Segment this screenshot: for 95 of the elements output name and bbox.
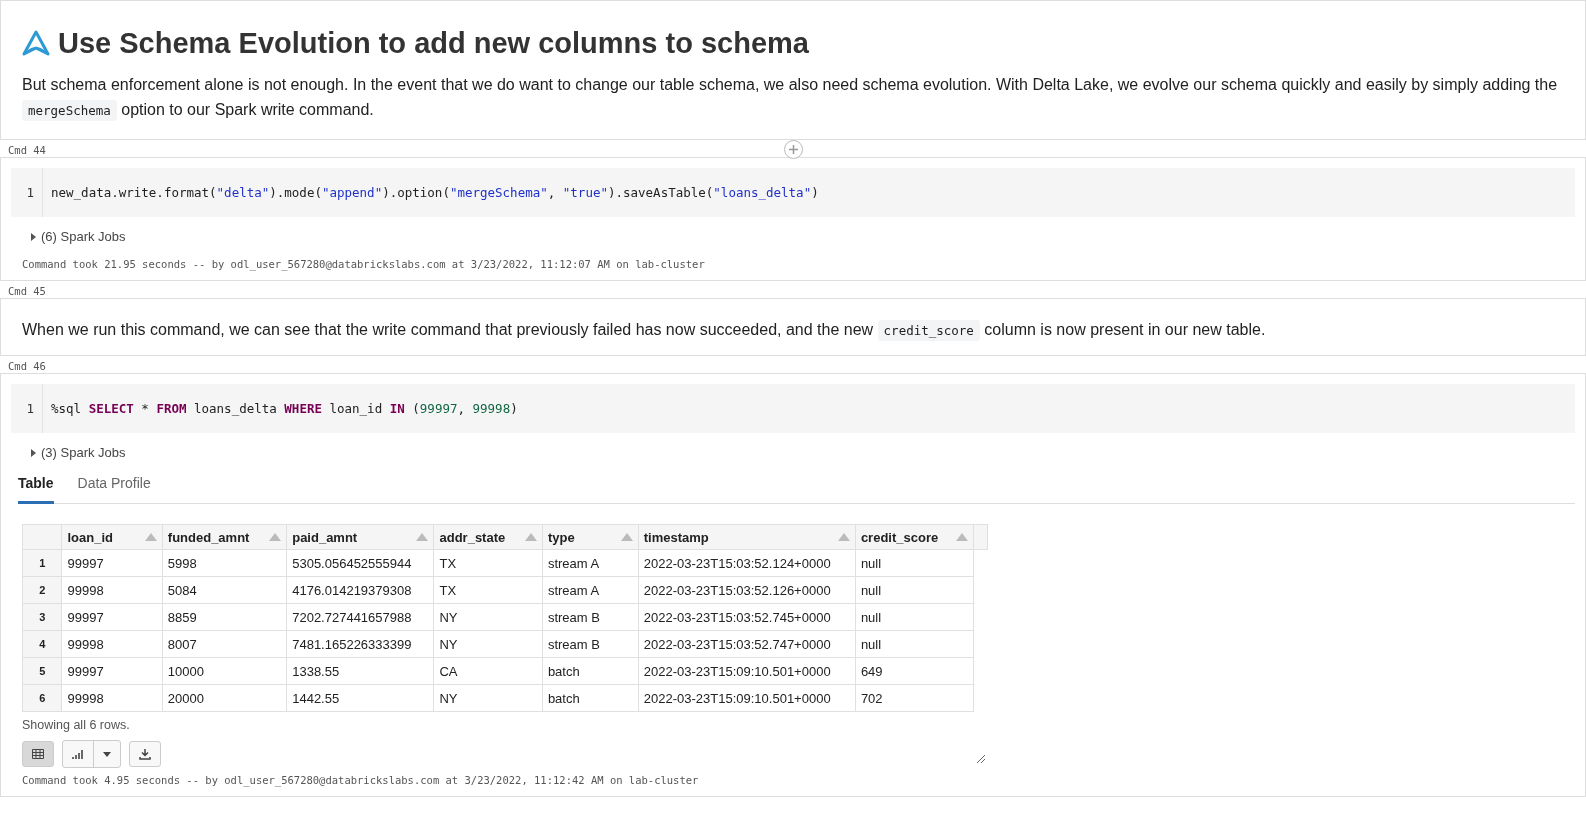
table-cell: 2022-03-23T15:03:52.126+0000 (638, 576, 856, 604)
download-icon (139, 748, 151, 760)
table-cell: TX (434, 576, 543, 604)
table-cell: NY (434, 603, 543, 631)
sort-icon[interactable] (620, 533, 633, 541)
table-cell: 1338.55 (286, 657, 434, 685)
table-cell: 99997 (61, 603, 163, 631)
column-header[interactable]: timestamp (638, 524, 856, 550)
table-cell: 2022-03-23T15:09:10.501+0000 (638, 657, 856, 685)
table-cell: null (855, 630, 974, 658)
caret-icon (31, 448, 36, 457)
result-tab[interactable]: Data Profile (77, 470, 151, 504)
command-label: Cmd 44 (7, 144, 46, 156)
table-cell: 5998 (162, 549, 287, 577)
spark-jobs-toggle[interactable]: (3) Spark Jobs (31, 445, 1575, 460)
row-count: Showing all 6 rows. (22, 718, 131, 732)
table-cell: batch (542, 657, 639, 685)
sort-icon[interactable] (144, 533, 157, 541)
sort-icon[interactable] (955, 533, 968, 541)
table-cell: stream A (542, 549, 639, 577)
table-cell: 99997 (61, 657, 163, 685)
code-editor[interactable]: 1 %sql SELECT * FROM loans_delta WHERE loan_id IN (99997, 99998) (11, 384, 1575, 433)
table-cell: stream B (542, 630, 639, 658)
table-cell: null (855, 603, 974, 631)
spark-jobs-toggle[interactable]: (6) Spark Jobs (31, 229, 1575, 244)
sort-icon[interactable] (837, 533, 850, 541)
row-number: 6 (22, 684, 62, 712)
table-cell: TX (434, 549, 543, 577)
table-cell: 20000 (162, 684, 287, 712)
code-line: %sql SELECT * FROM loans_delta WHERE loan_id IN (99997, 99998) (50, 401, 518, 416)
table-cell: 8007 (162, 630, 287, 658)
table-cell: 99998 (61, 684, 163, 712)
cell-heading: Use Schema Evolution to add new columns to schema (11, 13, 1575, 72)
dropdown-caret-icon (103, 751, 111, 757)
row-number: 5 (22, 657, 62, 685)
command-label: Cmd 46 (7, 360, 46, 372)
download-button[interactable] (129, 741, 161, 767)
table-cell: 7202.727441657988 (286, 603, 434, 631)
caret-icon (31, 232, 36, 241)
table-cell: 8859 (162, 603, 287, 631)
row-number: 4 (22, 630, 62, 658)
code-line: new_data.write.format("delta").mode("append").option("mergeSchema", "true").saveAsTable("loans_delta") (50, 185, 819, 200)
line-number: 1 (11, 168, 43, 217)
table-cell: 10000 (162, 657, 287, 685)
table-cell: null (855, 576, 974, 604)
table-cell: 702 (855, 684, 974, 712)
code-editor[interactable]: 1 new_data.write.format("delta").mode("append").option("mergeSchema", "true").saveAsTable("loans_delta") (11, 168, 1575, 217)
column-header[interactable]: funded_amnt (162, 524, 287, 550)
table-icon (32, 749, 44, 759)
line-number: 1 (11, 384, 43, 433)
sort-icon[interactable] (524, 533, 537, 541)
column-header[interactable]: type (542, 524, 639, 550)
command-label: Cmd 45 (7, 285, 46, 297)
add-cell-button[interactable] (784, 140, 803, 159)
command-status: Command took 21.95 seconds -- by odl_user_567280@databrickslabs.com at 3/23/2022, 11:12:07 AM on lab-cluster (22, 258, 706, 270)
table-cell: 99997 (61, 549, 163, 577)
delta-logo-icon (22, 29, 50, 58)
column-header[interactable]: loan_id (61, 524, 163, 550)
table-cell: 1442.55 (286, 684, 434, 712)
table-cell: 7481.165226333399 (286, 630, 434, 658)
chart-button[interactable] (62, 740, 121, 768)
table-cell: 99998 (61, 630, 163, 658)
markdown-paragraph: When we run this command, we can see that the write command that previously failed has now succeeded, and the new credit_score column is now present in our new table. (22, 317, 1564, 343)
table-cell: null (855, 549, 974, 577)
resize-handle-icon[interactable] (977, 755, 985, 763)
table-cell: 99998 (61, 576, 163, 604)
index-header (22, 524, 62, 550)
table-cell: 2022-03-23T15:09:10.501+0000 (638, 684, 856, 712)
table-cell: 649 (855, 657, 974, 685)
table-cell: stream B (542, 603, 639, 631)
table-view-button[interactable] (22, 741, 54, 767)
table-cell: stream A (542, 576, 639, 604)
table-cell: batch (542, 684, 639, 712)
sort-icon[interactable] (416, 533, 429, 541)
row-number: 3 (22, 603, 62, 631)
table-cell: NY (434, 630, 543, 658)
table-cell: 5305.056452555944 (286, 549, 434, 577)
column-header[interactable]: credit_score (855, 524, 974, 550)
bar-chart-icon (72, 749, 84, 759)
result-tab[interactable]: Table (18, 470, 54, 504)
table-cell: 2022-03-23T15:03:52.124+0000 (638, 549, 856, 577)
table-cell: 4176.014219379308 (286, 576, 434, 604)
table-cell: 5084 (162, 576, 287, 604)
sort-icon[interactable] (269, 533, 282, 541)
table-cell: CA (434, 657, 543, 685)
table-cell: NY (434, 684, 543, 712)
column-header[interactable]: paid_amnt (286, 524, 434, 550)
plus-icon (789, 145, 798, 154)
table-cell: 2022-03-23T15:03:52.745+0000 (638, 603, 856, 631)
row-number: 1 (22, 549, 62, 577)
table-cell: 2022-03-23T15:03:52.747+0000 (638, 630, 856, 658)
column-header[interactable]: addr_state (434, 524, 543, 550)
intro-paragraph: But schema enforcement alone is not enough. In the event that we do want to change our table schema, we also need schema evolution. With Delta Lake, we evolve our schema quickly and easily by simply adding the mergeSchema option to our Spark write command. (22, 72, 1564, 123)
row-number: 2 (22, 576, 62, 604)
command-status: Command took 4.95 seconds -- by odl_user_567280@databrickslabs.com at 3/23/2022, 11:12:42 AM on lab-cluster (22, 774, 700, 786)
